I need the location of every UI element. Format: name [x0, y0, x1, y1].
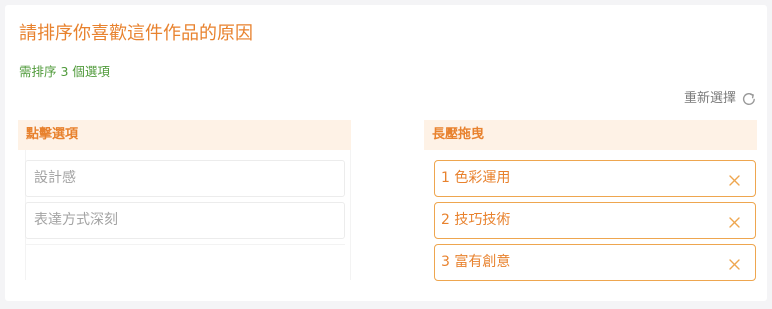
option-pool-panel: 點擊選項 設計感 表達方式深刻	[18, 120, 351, 280]
ranked-item-label: 1 色彩運用	[441, 170, 511, 186]
ranked-list-header: 長壓拖曳	[424, 120, 757, 150]
option-pool-header: 點擊選項	[18, 120, 351, 150]
close-icon[interactable]	[728, 256, 741, 270]
option-pool-list: 設計感 表達方式深刻	[18, 150, 351, 280]
close-icon[interactable]	[728, 214, 741, 228]
ranked-item-label: 2 技巧技術	[441, 212, 511, 228]
ranking-question-card: 請排序你喜歡這件作品的原因 需排序 3 個選項 重新選擇 點擊選項 設計感 表達…	[5, 5, 767, 301]
close-icon[interactable]	[728, 172, 741, 186]
ranked-item-label: 3 富有創意	[441, 254, 511, 270]
ranked-list: 1 色彩運用 2 技巧技術 3 富有創意	[424, 150, 757, 281]
ranked-item[interactable]: 2 技巧技術	[434, 202, 756, 239]
ranked-item[interactable]: 3 富有創意	[434, 244, 756, 281]
reset-button[interactable]: 重新選擇	[684, 91, 757, 107]
reset-button-label: 重新選擇	[683, 91, 736, 106]
option-slot-empty	[25, 244, 345, 281]
ranked-list-panel: 長壓拖曳 1 色彩運用 2 技巧技術 3 富有創意	[424, 120, 757, 281]
question-title: 請排序你喜歡這件作品的原因	[19, 23, 253, 44]
option-item[interactable]: 表達方式深刻	[25, 202, 345, 239]
refresh-icon	[741, 91, 757, 107]
option-item[interactable]: 設計感	[25, 160, 345, 197]
question-instruction: 需排序 3 個選項	[19, 64, 110, 79]
ranked-item[interactable]: 1 色彩運用	[434, 160, 756, 197]
